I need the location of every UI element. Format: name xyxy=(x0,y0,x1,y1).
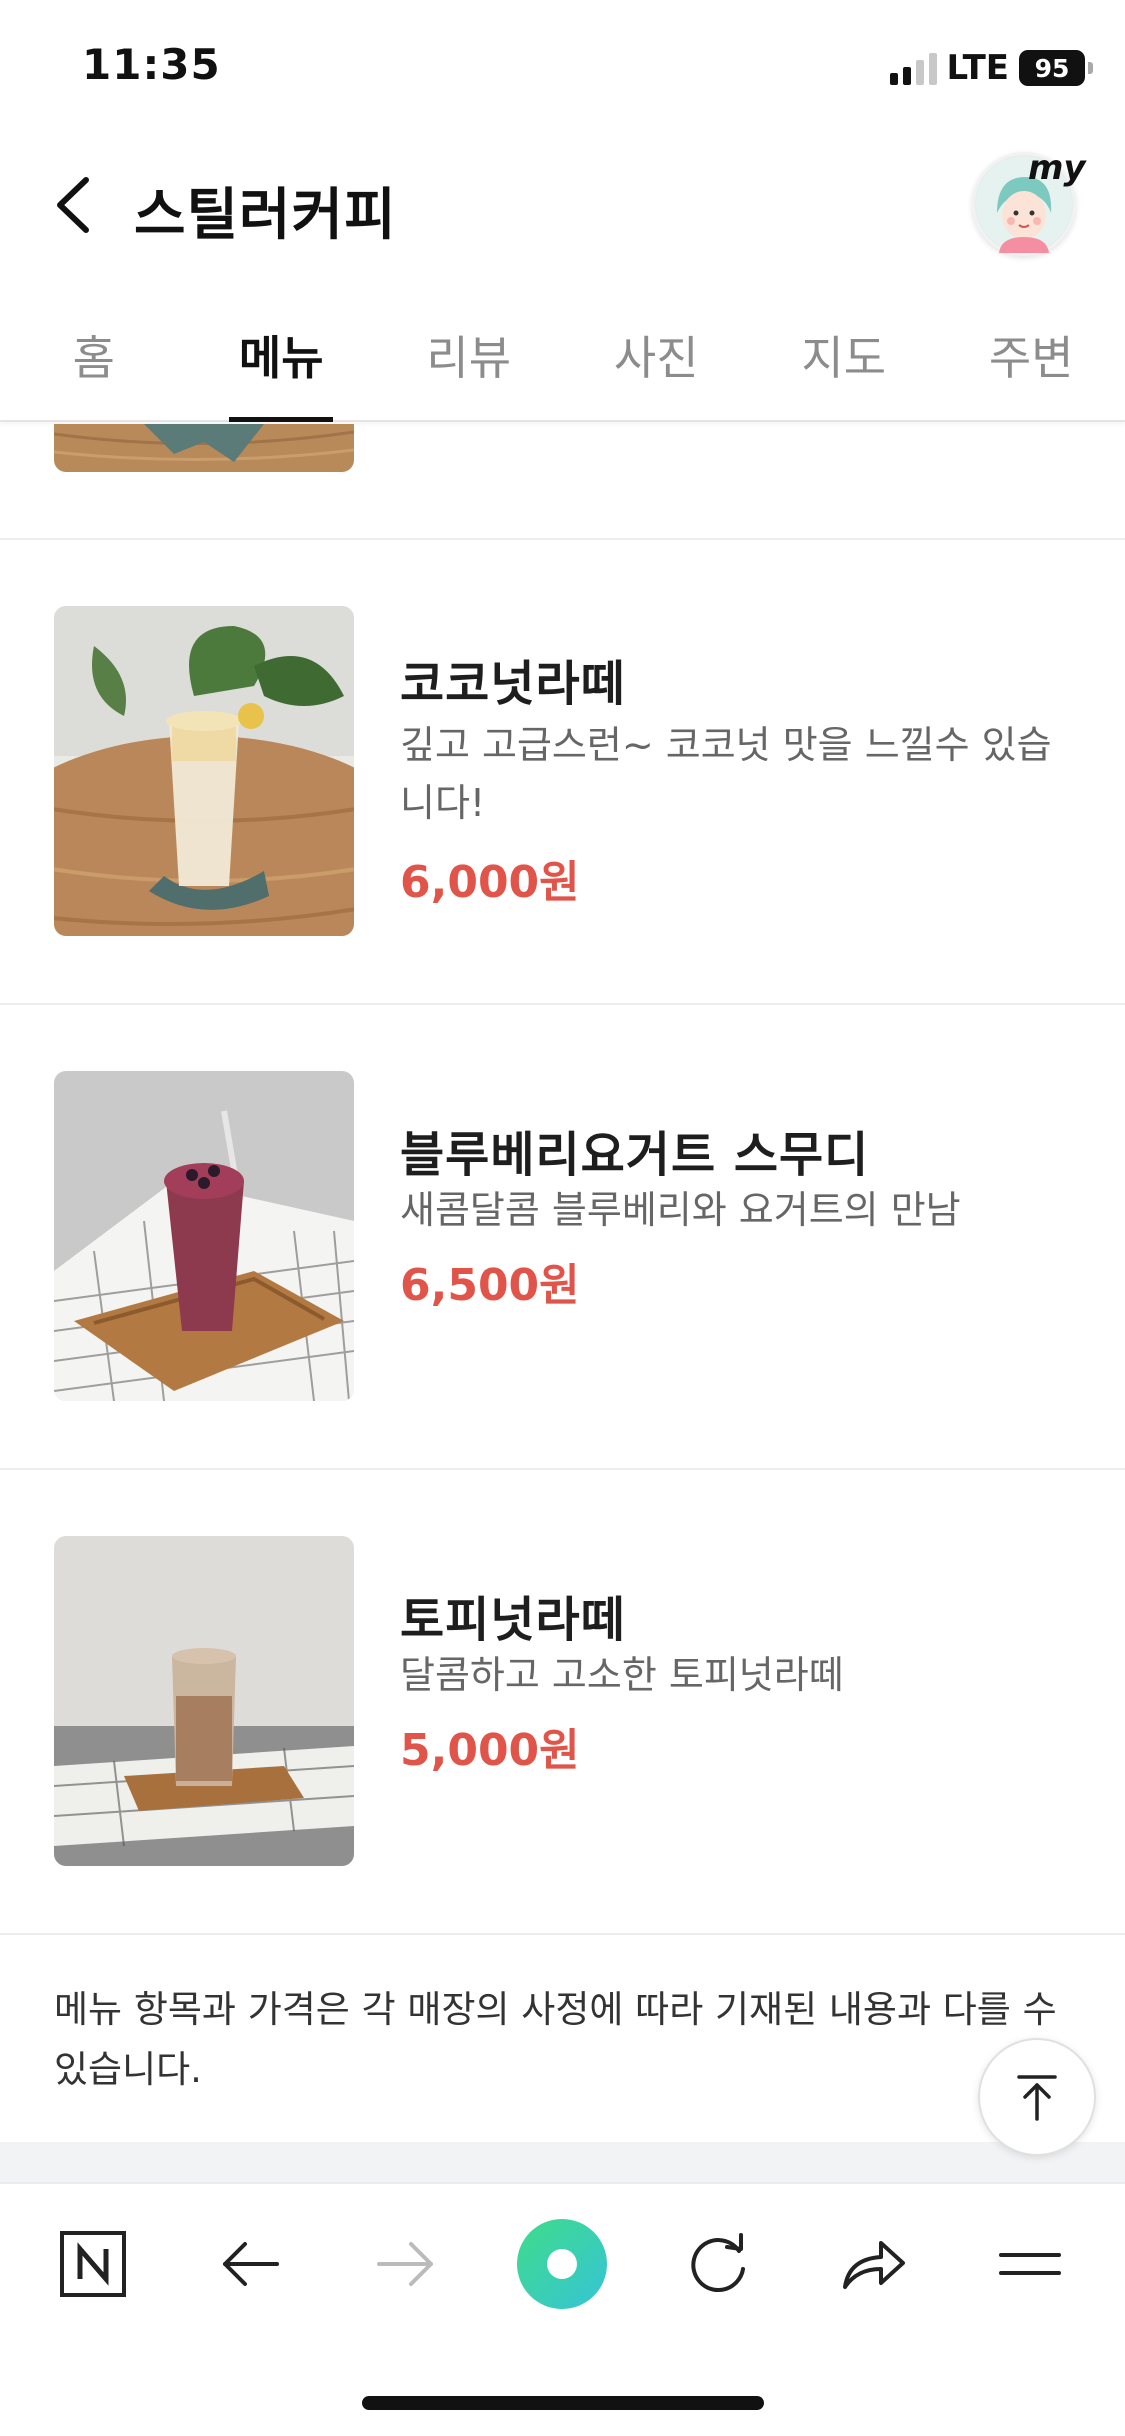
green-dot-button[interactable] xyxy=(512,2214,612,2314)
tab-bar: 홈 메뉴 리뷰 사진 지도 주변 xyxy=(0,300,1125,422)
menu-button[interactable] xyxy=(980,2214,1080,2314)
menu-description: 새콤달콤 블루베리와 요거트의 만남 xyxy=(400,1188,961,1232)
tab-home[interactable]: 홈 xyxy=(0,300,188,420)
my-label: my xyxy=(1028,148,1086,188)
refresh-button[interactable] xyxy=(668,2214,768,2314)
green-dot-icon xyxy=(517,2219,607,2309)
browser-forward-button[interactable] xyxy=(356,2214,456,2314)
share-button[interactable] xyxy=(824,2214,924,2314)
refresh-icon xyxy=(691,2233,745,2293)
coconut-latte-photo xyxy=(54,606,354,936)
list-item-partial[interactable] xyxy=(0,424,1125,540)
menu-name: 블루베리요거트 스무디 xyxy=(400,1127,870,1183)
status-time: 11:35 xyxy=(82,40,221,89)
browser-back-button[interactable] xyxy=(200,2214,300,2314)
tab-review[interactable]: 리뷰 xyxy=(375,300,563,420)
page-title: 스틸러커피 xyxy=(134,183,397,248)
naver-home-button[interactable] xyxy=(43,2214,143,2314)
network-label: LTE xyxy=(946,48,1009,88)
signal-icon xyxy=(889,51,937,85)
back-arrow-icon xyxy=(223,2242,279,2286)
arrow-up-icon xyxy=(1017,2075,1057,2121)
tab-menu[interactable]: 메뉴 xyxy=(188,300,376,420)
toffee-nut-latte-photo xyxy=(54,1536,354,1866)
battery-icon: 95 xyxy=(1019,50,1093,86)
menu-price: 5,000원 xyxy=(400,1725,580,1776)
list-item[interactable]: 블루베리요거트 스무디 새콤달콤 블루베리와 요거트의 만남 6,500원 xyxy=(0,1005,1125,1470)
menu-name: 코코넛라떼 xyxy=(400,656,626,712)
menu-name: 토피넛라떼 xyxy=(400,1592,626,1648)
browser-toolbar xyxy=(0,2182,1125,2342)
share-icon xyxy=(843,2241,905,2289)
menu-price: 6,500원 xyxy=(400,1260,580,1311)
status-bar: 11:35 LTE 95 xyxy=(0,0,1125,130)
header: 스틸러커피 my xyxy=(0,130,1125,280)
naver-logo-icon xyxy=(60,2231,126,2297)
chevron-left-icon xyxy=(57,177,89,233)
home-indicator[interactable] xyxy=(362,2396,764,2410)
list-item[interactable]: 토피넛라떼 달콤하고 고소한 토피넛라떼 5,000원 xyxy=(0,1470,1125,1935)
battery-level: 95 xyxy=(1034,53,1070,83)
tab-photo[interactable]: 사진 xyxy=(563,300,751,420)
tab-map[interactable]: 지도 xyxy=(750,300,938,420)
menu-icon xyxy=(999,2253,1061,2275)
back-button[interactable] xyxy=(46,160,106,250)
tab-nearby[interactable]: 주변 xyxy=(938,300,1125,420)
menu-description: 달콤하고 고소한 토피넛라떼 xyxy=(400,1653,844,1697)
menu-notice: 메뉴 항목과 가격은 각 매장의 사정에 따라 기재된 내용과 다를 수 있습니… xyxy=(54,1988,1057,2091)
blueberry-smoothie-photo xyxy=(54,1071,354,1401)
list-item[interactable]: 코코넛라떼 깊고 고급스런~ 코코넛 맛을 느낄수 있습니다! 6,000원 xyxy=(0,540,1125,1005)
scroll-to-top-button[interactable] xyxy=(978,2038,1096,2156)
forward-arrow-icon xyxy=(377,2242,433,2286)
menu-price: 6,000원 xyxy=(400,857,580,908)
status-indicators: LTE 95 xyxy=(889,48,1093,88)
menu-description: 깊고 고급스런~ 코코넛 맛을 느낄수 있습니다! xyxy=(400,723,1052,825)
section-divider xyxy=(0,2142,1125,2182)
menu-photo-partial xyxy=(54,424,354,472)
